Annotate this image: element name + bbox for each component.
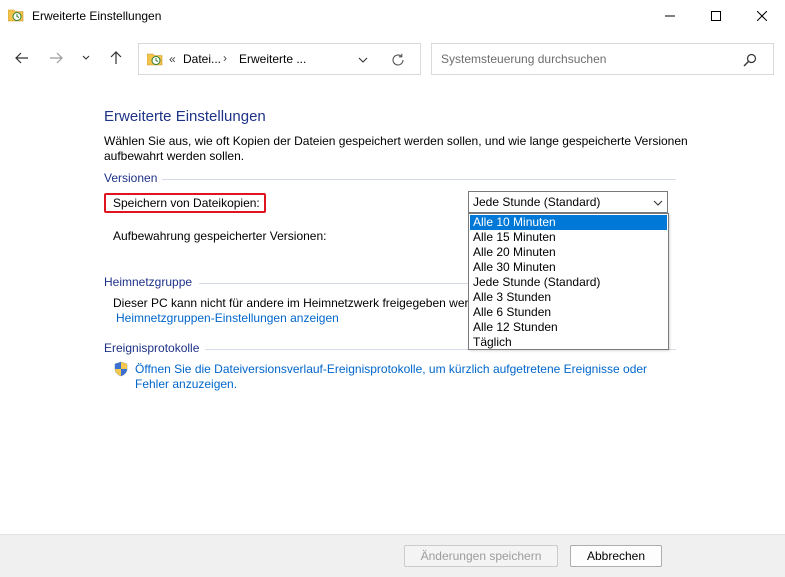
search-input[interactable]: Systemsteuerung durchsuchen: [431, 43, 774, 75]
save-frequency-select[interactable]: Jede Stunde (Standard): [468, 191, 668, 213]
refresh-icon: [392, 53, 404, 66]
page-title: Erweiterte Einstellungen: [104, 108, 266, 125]
save-frequency-value: Jede Stunde (Standard): [473, 195, 601, 209]
recent-locations-button[interactable]: [76, 46, 96, 70]
up-button[interactable]: [104, 46, 128, 70]
close-button[interactable]: [739, 0, 785, 32]
eventlogs-group-header: Ereignisprotokolle: [104, 341, 200, 355]
dropdown-option[interactable]: Alle 20 Minuten: [470, 245, 667, 260]
dropdown-option[interactable]: Alle 10 Minuten: [470, 215, 667, 230]
address-bar[interactable]: « Datei... › Erweiterte ...: [138, 43, 421, 75]
window-title: Erweiterte Einstellungen: [32, 9, 162, 23]
title-bar: Erweiterte Einstellungen: [0, 0, 785, 32]
breadcrumb-item-erweiterte[interactable]: Erweiterte ...: [239, 52, 306, 66]
event-logs-link[interactable]: Öffnen Sie die Dateiversionsverlauf-Erei…: [135, 362, 655, 392]
navigation-bar: « Datei... › Erweiterte ... Systemsteuer…: [0, 32, 785, 84]
back-button[interactable]: [10, 46, 34, 70]
file-history-icon: [146, 51, 163, 67]
retention-label: Aufbewahrung gespeicherter Versionen:: [113, 229, 327, 243]
forward-button[interactable]: [44, 46, 68, 70]
dropdown-option[interactable]: Jede Stunde (Standard): [470, 275, 667, 290]
chevron-down-icon[interactable]: [652, 197, 664, 207]
versions-group-header: Versionen: [104, 171, 158, 185]
save-frequency-dropdown[interactable]: Alle 10 Minuten Alle 15 Minuten Alle 20 Mi…: [468, 213, 669, 350]
address-history-button[interactable]: [353, 50, 373, 70]
cancel-button[interactable]: Abbrechen: [570, 545, 662, 567]
arrow-up-icon: [110, 51, 122, 64]
versions-divider: [162, 179, 676, 180]
refresh-button[interactable]: [387, 50, 409, 70]
chevron-down-icon: [82, 55, 90, 60]
dropdown-option[interactable]: Alle 30 Minuten: [470, 260, 667, 275]
save-changes-button[interactable]: Änderungen speichern: [404, 545, 558, 567]
homegroup-divider: [199, 283, 468, 284]
search-icon[interactable]: [742, 52, 758, 68]
arrow-right-icon: [50, 52, 63, 64]
breadcrumb-overflow[interactable]: «: [169, 52, 176, 66]
maximize-icon: [711, 11, 721, 21]
maximize-button[interactable]: [693, 0, 739, 32]
save-copies-label: Speichern von Dateikopien:: [113, 196, 260, 210]
file-history-icon: [7, 8, 24, 22]
homegroup-group-header: Heimnetzgruppe: [104, 275, 193, 289]
breadcrumb-separator[interactable]: ›: [223, 51, 227, 65]
intro-text: Wählen Sie aus, wie oft Kopien der Datei…: [104, 134, 688, 163]
close-icon: [757, 11, 767, 21]
dropdown-option[interactable]: Alle 12 Stunden: [470, 320, 667, 335]
uac-shield-icon: [113, 361, 129, 377]
homegroup-settings-link[interactable]: Heimnetzgruppen-Einstellungen anzeigen: [116, 311, 339, 325]
minimize-button[interactable]: [647, 0, 693, 32]
dropdown-option[interactable]: Alle 15 Minuten: [470, 230, 667, 245]
dropdown-option[interactable]: Alle 3 Stunden: [470, 290, 667, 305]
dropdown-option[interactable]: Alle 6 Stunden: [470, 305, 667, 320]
breadcrumb-item-datei[interactable]: Datei...: [183, 52, 221, 66]
search-placeholder: Systemsteuerung durchsuchen: [441, 52, 607, 66]
arrow-left-icon: [15, 52, 28, 64]
dropdown-option[interactable]: Täglich: [470, 335, 667, 350]
homegroup-text: Dieser PC kann nicht für andere im Heimn…: [113, 296, 473, 310]
chevron-down-icon: [358, 57, 368, 63]
minimize-icon: [665, 15, 675, 17]
footer-bar: Änderungen speichern Abbrechen: [0, 534, 785, 577]
